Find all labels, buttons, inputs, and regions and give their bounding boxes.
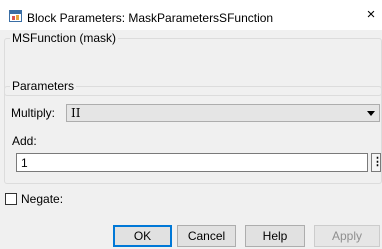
multiply-label: Multiply: — [11, 106, 56, 120]
close-icon[interactable]: × — [364, 6, 378, 24]
simulink-block-icon — [9, 10, 22, 22]
parameters-title: Parameters — [10, 79, 77, 93]
multiply-value: II — [71, 106, 81, 120]
cancel-button[interactable]: Cancel — [177, 225, 236, 247]
mask-description-title: MSFunction (mask) — [10, 31, 119, 45]
negate-label: Negate: — [21, 192, 64, 206]
multiply-dropdown[interactable]: II — [66, 104, 380, 122]
add-input[interactable] — [16, 153, 368, 172]
help-button[interactable]: Help — [245, 225, 305, 247]
ok-button[interactable]: OK — [113, 225, 172, 247]
add-label: Add: — [12, 134, 37, 148]
chevron-down-icon — [367, 111, 375, 116]
apply-button: Apply — [314, 225, 380, 247]
title-bar: Block Parameters: MaskParametersSFunctio… — [0, 0, 382, 30]
window-title: Block Parameters: MaskParametersSFunctio… — [27, 11, 274, 25]
add-browse-button[interactable]: ⋮ — [371, 153, 381, 172]
negate-checkbox[interactable] — [5, 193, 17, 205]
